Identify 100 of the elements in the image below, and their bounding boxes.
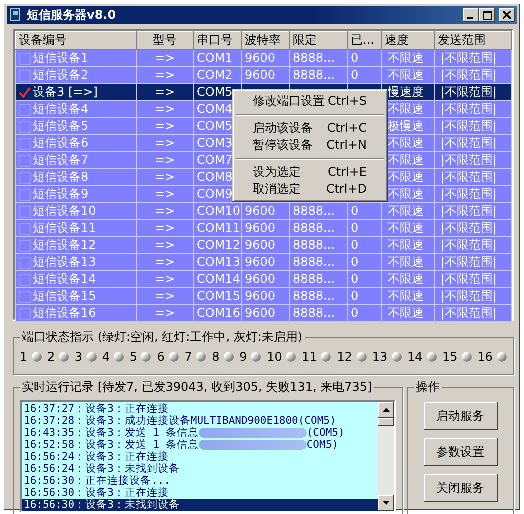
table-cell: => xyxy=(154,152,176,167)
menu-item[interactable]: 修改端口设置 Ctrl+S xyxy=(235,93,385,110)
checkbox[interactable] xyxy=(19,138,31,150)
log-line: 16:56:30：设备3：未找到设备 xyxy=(24,499,180,511)
action-button[interactable]: 关闭服务 xyxy=(424,474,498,502)
minimize-button[interactable] xyxy=(463,8,479,22)
table-cell: 短信设备12 xyxy=(33,238,96,252)
port-number: 16 xyxy=(478,350,493,364)
table-cell: 8888... xyxy=(293,288,335,303)
table-cell: 不限速 xyxy=(388,68,424,82)
maximize-button[interactable] xyxy=(479,8,495,22)
table-cell: => xyxy=(154,306,176,320)
table-cell: 9600 xyxy=(245,238,276,252)
checkbox[interactable] xyxy=(19,70,31,82)
checkbox[interactable] xyxy=(19,308,31,320)
table-cell: 9600 xyxy=(245,306,276,320)
port-number: 10 xyxy=(267,350,282,364)
table-cell: 0 xyxy=(351,68,359,82)
checkbox[interactable] xyxy=(19,206,31,218)
column-header[interactable]: 速度 xyxy=(382,32,434,50)
checkbox[interactable] xyxy=(19,154,31,167)
table-cell: 不限速 xyxy=(388,186,424,201)
table-cell: 不限速 xyxy=(388,50,424,65)
checkbox[interactable] xyxy=(19,256,31,269)
table-cell: 短信设备13 xyxy=(33,254,96,269)
table-cell: |不限范围| xyxy=(441,288,498,303)
window-title: 短信服务器v8.0 xyxy=(27,8,116,22)
table-cell: 不限速 xyxy=(388,136,424,150)
scroll-up-button[interactable] xyxy=(378,402,394,418)
checkbox[interactable] xyxy=(19,172,31,184)
table-cell: => xyxy=(154,272,176,286)
menu-item[interactable]: 暂停该设备 Ctrl+N xyxy=(235,137,385,154)
table-cell: 0 xyxy=(351,220,359,235)
table-cell: |不限范围| xyxy=(441,136,498,150)
checkbox[interactable] xyxy=(19,240,31,252)
table-cell: COM4 xyxy=(197,102,233,116)
table-cell: COM14 xyxy=(197,272,240,286)
column-header[interactable]: 串口号 xyxy=(194,32,242,50)
table-cell: 8888... xyxy=(293,50,335,65)
table-cell: => xyxy=(154,136,176,150)
log-line: 16:37:28：设备3：成功连接设备MULTIBAND900E1800(COM5) xyxy=(24,415,336,427)
checkbox[interactable] xyxy=(19,120,31,133)
port-number: 11 xyxy=(302,350,318,364)
table-cell: COM5 xyxy=(197,84,233,99)
checkbox[interactable] xyxy=(19,274,31,286)
table-cell: |不限范围| xyxy=(441,220,498,235)
port-number: 8 xyxy=(212,350,220,364)
checkbox[interactable] xyxy=(19,52,31,65)
table-cell: 8888... xyxy=(293,306,335,320)
table-cell: 9600 xyxy=(245,204,276,218)
table-cell: 设备3 [=>] xyxy=(33,84,98,99)
table-cell: 9600 xyxy=(245,220,276,235)
table-cell: 不限速 xyxy=(388,152,424,167)
scrollbar-thumb[interactable] xyxy=(378,418,394,426)
close-icon xyxy=(503,11,511,19)
table-cell: 9600 xyxy=(245,254,276,269)
menu-item[interactable]: 启动该设备 Ctrl+C xyxy=(235,120,385,137)
table-cell: COM12 xyxy=(197,238,240,252)
table-cell: => xyxy=(154,204,176,218)
port-number: 13 xyxy=(372,350,388,364)
scroll-down-button[interactable] xyxy=(378,495,394,511)
table-cell: 短信设备16 xyxy=(33,306,96,320)
table-cell: => xyxy=(154,170,176,184)
table-cell: |不限范围| xyxy=(441,68,498,82)
checkbox[interactable] xyxy=(19,104,31,116)
table-cell: => xyxy=(154,68,176,82)
column-header[interactable]: 已... xyxy=(348,32,382,50)
log-line: 16:56:24：设备3：正在连接 xyxy=(24,451,169,463)
column-header[interactable]: 型号 xyxy=(136,32,194,50)
table-cell: 9600 xyxy=(245,288,276,303)
table-cell: 短信设备15 xyxy=(33,288,96,303)
column-header[interactable]: 发送范围 xyxy=(434,32,512,50)
table-cell: |不限范围| xyxy=(441,170,498,184)
table-cell: => xyxy=(154,84,176,99)
group-title: 端口状态指示 (绿灯:空闲, 红灯:工作中, 灰灯:未启用) xyxy=(20,330,305,344)
table-cell: COM7 xyxy=(197,152,233,167)
table-cell: |不限范围| xyxy=(441,204,498,218)
checkbox[interactable] xyxy=(19,222,31,235)
action-button[interactable]: 启动服务 xyxy=(424,402,498,430)
table-cell: => xyxy=(154,288,176,303)
column-header[interactable]: 设备编号 xyxy=(16,32,136,50)
column-header[interactable]: 限定 xyxy=(290,32,348,50)
group-title: 实时运行记录 [待发7, 已发39043, 收到305, 失败131, 来电735] xyxy=(20,380,374,394)
scrollbar[interactable] xyxy=(378,402,394,511)
column-header[interactable]: 波特率 xyxy=(242,32,290,50)
close-button[interactable] xyxy=(499,8,515,22)
checkbox[interactable] xyxy=(19,188,31,201)
checkbox[interactable] xyxy=(19,290,31,303)
checkbox[interactable] xyxy=(19,86,31,99)
table-cell: |不限范围| xyxy=(441,152,498,167)
table-cell: |不限范围| xyxy=(441,84,498,99)
table-cell: 0 xyxy=(351,272,359,286)
table-cell: COM13 xyxy=(197,254,240,269)
action-button[interactable]: 参数设置 xyxy=(424,438,498,466)
table-cell: 9600 xyxy=(245,50,276,65)
table-cell: COM2 xyxy=(197,68,233,82)
port-number: 2 xyxy=(47,350,56,364)
table-cell: 8888... xyxy=(293,238,335,252)
app-icon xyxy=(9,8,23,22)
table-cell: 8888... xyxy=(293,68,335,82)
